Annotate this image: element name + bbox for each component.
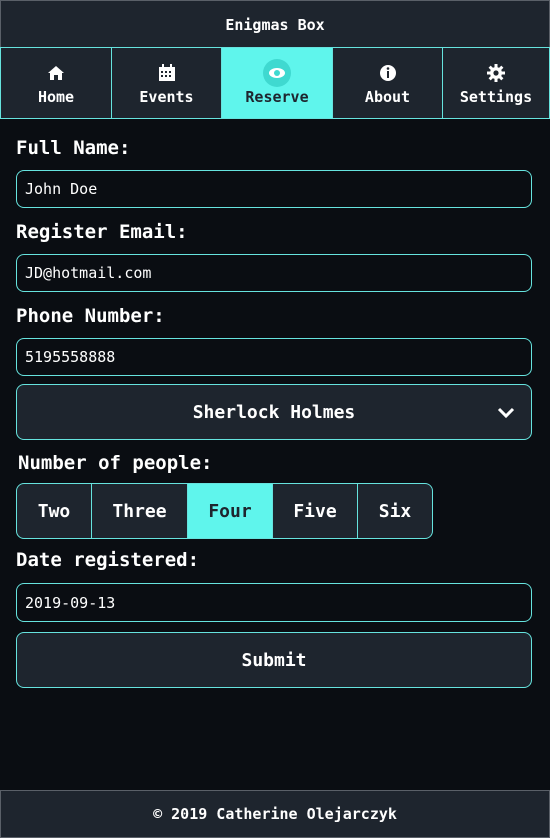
tab-label: About	[364, 88, 411, 106]
tab-label: Events	[139, 88, 194, 106]
date-input[interactable]: 2019-09-13	[16, 583, 532, 622]
chevron-down-icon	[497, 403, 515, 424]
app-header: Enigmas Box	[0, 0, 550, 48]
people-label: Number of people:	[18, 452, 213, 474]
people-option-four[interactable]: Four	[188, 483, 273, 539]
room-select-value: Sherlock Holmes	[192, 401, 356, 423]
people-option-five[interactable]: Five	[273, 483, 358, 539]
tab-settings[interactable]: Settings	[442, 48, 550, 118]
people-button-group: Two Three Four Five Six	[16, 483, 532, 539]
tab-label: Settings	[459, 88, 533, 106]
nav-tabs: Home Events Reserve About Settings	[0, 47, 550, 119]
tab-reserve[interactable]: Reserve	[221, 48, 332, 118]
room-select[interactable]: Sherlock Holmes	[16, 384, 532, 440]
tab-home[interactable]: Home	[0, 48, 111, 118]
home-icon	[47, 60, 65, 86]
footer-text: © 2019 Catherine Olejarczyk	[153, 805, 397, 823]
phone-label: Phone Number:	[16, 305, 165, 327]
eye-icon	[263, 59, 291, 87]
submit-button[interactable]: Submit	[16, 632, 532, 688]
footer: © 2019 Catherine Olejarczyk	[0, 790, 550, 838]
tab-about[interactable]: About	[332, 48, 442, 118]
gear-icon	[487, 60, 505, 86]
tab-events[interactable]: Events	[111, 48, 221, 118]
full-name-input[interactable]: John Doe	[16, 170, 532, 208]
people-option-three[interactable]: Three	[92, 483, 188, 539]
calendar-icon	[158, 60, 176, 86]
info-icon	[379, 60, 397, 86]
email-label: Register Email:	[16, 221, 188, 243]
app-title: Enigmas Box	[225, 15, 325, 34]
tab-label: Reserve	[245, 88, 309, 106]
full-name-label: Full Name:	[16, 137, 131, 159]
people-option-six[interactable]: Six	[358, 483, 433, 539]
date-label: Date registered:	[16, 549, 200, 571]
reservation-form: Full Name: John Doe Register Email: JD@h…	[16, 120, 532, 688]
email-input[interactable]: JD@hotmail.com	[16, 254, 532, 292]
people-option-two[interactable]: Two	[16, 483, 92, 539]
tab-label: Home	[37, 88, 75, 106]
phone-input[interactable]: 5195558888	[16, 338, 532, 376]
